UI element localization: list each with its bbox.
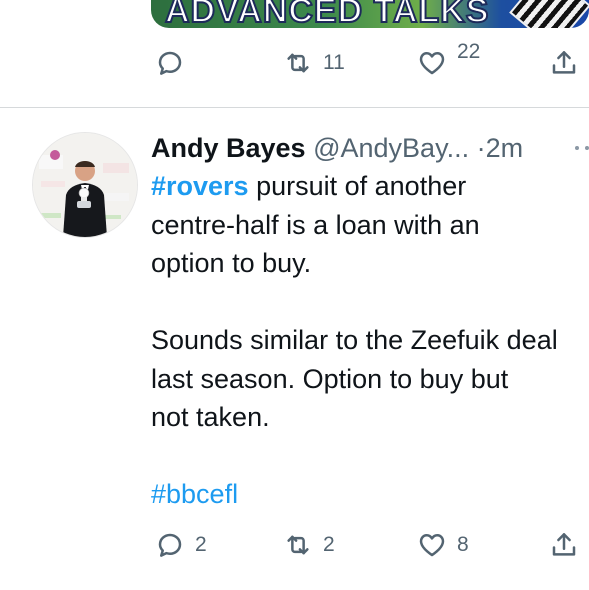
avatar-photo: [33, 133, 137, 237]
tweet-timestamp[interactable]: 2m: [486, 133, 524, 163]
heart-icon: [419, 52, 445, 75]
striped-badge-image: [509, 0, 589, 28]
retweet-count: 2: [323, 533, 335, 556]
like-count: 22: [457, 40, 481, 63]
share-button[interactable]: [549, 48, 579, 78]
retweet-button[interactable]: 11: [283, 48, 345, 78]
tweet-header: Andy Bayes @AndyBay... ·2m: [151, 128, 589, 168]
reply-button[interactable]: [155, 48, 185, 78]
like-count: 8: [457, 533, 469, 556]
tweet-line-4: Sounds similar to the Zeefuik deal: [151, 325, 558, 355]
avatar[interactable]: [32, 132, 138, 238]
tweet-text: #rovers pursuit of another centre-half i…: [151, 167, 589, 514]
share-button[interactable]: [549, 530, 579, 560]
retweet-button[interactable]: 2: [283, 530, 335, 560]
header-separator: ·: [476, 133, 486, 163]
previous-tweet[interactable]: ADVANCED TALKS 11 22: [0, 0, 589, 108]
retweet-count: 11: [323, 51, 345, 74]
reply-icon: [158, 51, 182, 75]
tweet-line-3: option to buy.: [151, 248, 312, 278]
tweet-line-2: centre-half is a loan with an: [151, 209, 480, 240]
reply-button[interactable]: 2: [155, 530, 207, 560]
retweet-icon: [287, 535, 309, 555]
author-display-name[interactable]: Andy Bayes: [151, 133, 306, 163]
like-button[interactable]: 8: [417, 530, 469, 560]
hashtag-link[interactable]: #bbcefl: [151, 475, 589, 514]
tweet-line-6: not taken.: [151, 402, 270, 432]
tweet-line-5: last season. Option to buy but: [151, 363, 509, 394]
share-icon: [552, 51, 576, 74]
tweet-line-1-text: pursuit of another: [248, 171, 467, 201]
share-icon: [552, 533, 576, 556]
media-banner-text: ADVANCED TALKS: [164, 0, 490, 28]
reply-count: 2: [195, 533, 207, 556]
like-button[interactable]: 22: [417, 40, 480, 78]
more-icon[interactable]: [572, 138, 589, 158]
author-handle[interactable]: @AndyBay...: [313, 133, 469, 163]
heart-icon: [419, 534, 445, 557]
hashtag-link[interactable]: #rovers: [151, 171, 249, 201]
retweet-icon: [287, 53, 309, 73]
reply-icon: [158, 533, 182, 557]
media-card[interactable]: ADVANCED TALKS: [151, 0, 589, 28]
tweet-line-1: #rovers pursuit of another: [151, 167, 589, 206]
